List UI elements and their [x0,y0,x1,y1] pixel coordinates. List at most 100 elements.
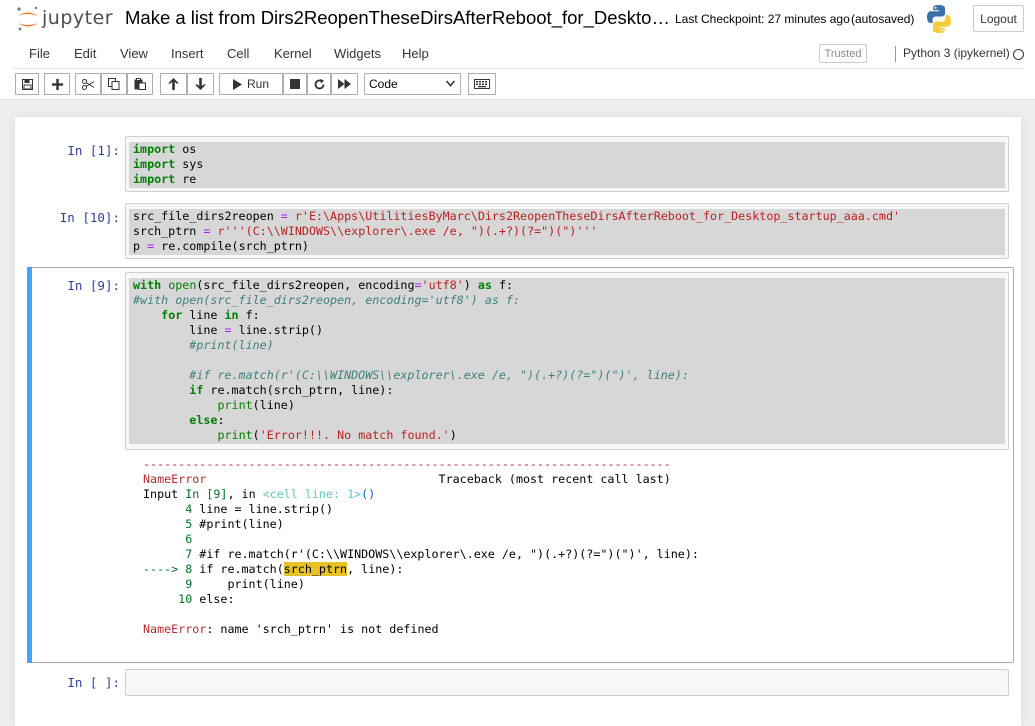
run-button[interactable]: Run [219,73,283,95]
code-cell-4-empty[interactable]: In [ ]: [15,665,1021,705]
code-token: else: [192,592,235,606]
code-token: srch_ptrn [133,224,204,238]
paste-button[interactable] [127,73,153,95]
menu-help[interactable]: Help [402,46,429,61]
code-token: else [189,413,218,427]
cell-input-editor[interactable]: import os import sys import re [125,136,1009,192]
code-cell-1[interactable]: In [1]: import os import sys import re [15,117,1021,197]
command-palette-button[interactable] [468,73,496,95]
restart-icon [314,78,324,89]
run-button-label: Run [246,77,269,91]
code-token: f: [238,308,260,322]
code-cell-3-selected[interactable]: In [9]: with open(src_file_dirs2reopen, … [27,267,1014,663]
code-token: = [280,209,288,223]
code-line: else: [133,413,225,428]
menu-file[interactable]: File [29,46,50,61]
interrupt-button[interactable] [283,73,307,95]
code-token: print [217,398,253,412]
code-token: as [477,278,492,292]
code-token: 9 [143,577,193,591]
code-token: re.compile(srch_ptrn) [154,239,309,253]
code-token: 6 [143,532,193,546]
copy-button[interactable] [101,73,127,95]
code-line: srch_ptrn = r'''(C:\\WINDOWS\\explorer\.… [133,224,597,239]
kernel-name[interactable]: Python 3 (ipykernel) [903,46,1010,60]
menu-cell[interactable]: Cell [227,46,249,61]
code-token: ) [463,278,478,292]
restart-run-all-button[interactable] [331,73,358,95]
code-line: print(line) [133,398,294,413]
code-line: #with open(src_file_dirs2reopen, encodin… [133,293,520,308]
move-up-button[interactable] [160,73,187,95]
code-token: src_file_dirs2reopen [133,209,281,223]
code-token: r'E:\Apps\UtilitiesByMarc\Dirs2ReopenThe… [294,209,901,223]
traceback-line: 6 [143,532,192,547]
jupyter-logo[interactable]: jupyter [16,6,116,32]
code-token: ) [449,428,457,442]
python-logo-icon [927,5,951,33]
code-token: 10 [143,592,193,606]
trusted-indicator[interactable]: Trusted [819,44,867,63]
notebook-title[interactable]: Make a list from Dirs2ReopenTheseDirsAft… [125,7,670,29]
code-token: line.strip() [231,323,324,337]
cell-type-select[interactable]: Code [364,73,461,95]
code-token: line [133,323,225,337]
menu-insert[interactable]: Insert [171,46,204,61]
traceback-line: 4 line = line.strip() [143,502,333,517]
title-bar: jupyter Make a list from Dirs2ReopenThes… [0,0,1035,38]
code-token: = [234,502,242,516]
code-token: (src_file_dirs2reopen, encoding [196,278,415,292]
traceback-line: ----------------------------------------… [143,457,671,472]
code-token: #if re.match(r'(C:\\WINDOWS\\explorer\.e… [192,547,699,561]
cell-input-editor[interactable] [125,669,1009,696]
fast-forward-icon [338,79,351,89]
save-button[interactable] [15,73,39,95]
notebook-toolbar: Run Code [15,73,1025,97]
code-line: import re [133,172,196,187]
code-token: os [175,142,197,156]
code-block: with open(src_file_dirs2reopen, encoding… [129,278,1005,444]
code-line: import os [133,142,196,157]
restart-button[interactable] [307,73,331,95]
code-line: #print(line) [133,338,273,353]
code-token: : [217,413,225,427]
code-token: sys [175,157,204,171]
code-token: , in [227,487,263,501]
chevron-down-icon [446,80,455,87]
kernel-separator [895,46,896,62]
traceback-line: Input In [9], in <cell line: 1>() [143,487,375,502]
code-token: 'Error!!!. No match found.' [259,428,450,442]
code-line: import sys [133,157,203,172]
move-down-button[interactable] [187,73,214,95]
code-token: re [175,172,197,186]
code-token: Input [143,487,186,501]
code-token: ----------------------------------------… [143,457,671,471]
menu-kernel[interactable]: Kernel [274,46,312,61]
code-token: re.match(srch_ptrn, line): [203,383,394,397]
insert-cell-button[interactable] [44,73,70,95]
menu-widgets[interactable]: Widgets [334,46,381,61]
code-token: f: [491,278,514,292]
menu-view[interactable]: View [120,46,148,61]
cell-input-editor[interactable]: with open(src_file_dirs2reopen, encoding… [125,272,1009,450]
logout-button[interactable]: Logout [973,5,1024,32]
cell-input-editor[interactable]: src_file_dirs2reopen = r'E:\Apps\Utiliti… [125,203,1009,259]
cut-button[interactable] [75,73,101,95]
code-line: #if re.match(r'(C:\\WINDOWS\\explorer\.e… [133,368,689,383]
cell-prompt: In [ ]: [67,675,120,690]
code-line: line = line.strip() [133,323,323,338]
traceback-line: 7 #if re.match(r'(C:\\WINDOWS\\explorer\… [143,547,699,562]
code-token: 5 [143,517,193,531]
code-token: line [182,308,225,322]
stop-icon [290,79,300,89]
jupyter-logo-icon [17,6,38,31]
copy-icon [108,78,120,90]
autosave-status: (autosaved) [851,12,915,26]
code-token: = [224,323,232,337]
code-token: NameError [143,472,207,486]
menu-edit[interactable]: Edit [74,46,96,61]
code-cell-2[interactable]: In [10]: src_file_dirs2reopen = r'E:\App… [15,197,1021,263]
code-token: import [133,142,176,156]
code-token: for [161,308,183,322]
